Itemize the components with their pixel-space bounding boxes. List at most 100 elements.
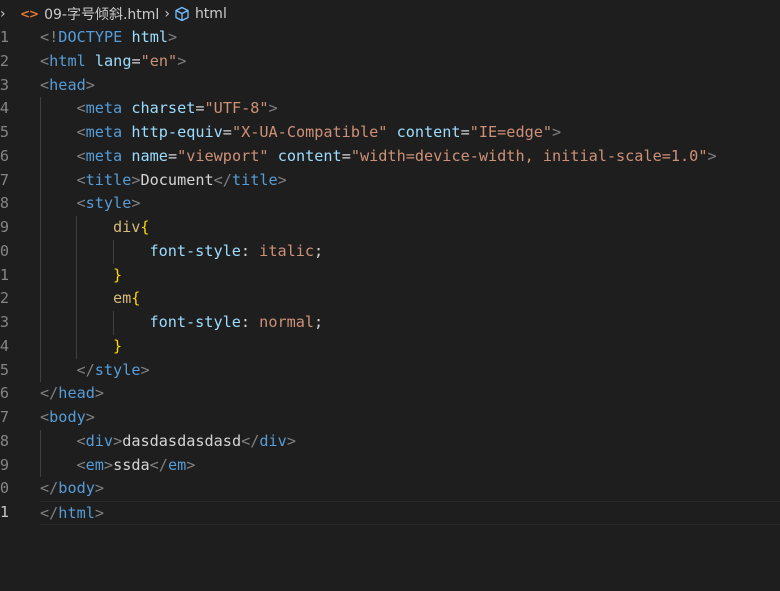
code-token: = bbox=[131, 51, 141, 70]
indent-guide bbox=[76, 263, 78, 288]
code-token: style bbox=[94, 360, 141, 379]
code-token: } bbox=[112, 336, 123, 355]
code-content: <body> bbox=[40, 406, 780, 430]
code-token: content bbox=[396, 123, 461, 141]
code-line[interactable]: 5 <meta http-equiv="X-UA-Compatible" cont… bbox=[0, 121, 780, 145]
line-number: 6 bbox=[0, 384, 9, 403]
code-token: "X-UA-Compatible" bbox=[231, 123, 388, 141]
code-token: = bbox=[167, 146, 178, 165]
code-token: > bbox=[103, 455, 114, 474]
line-number: 3 bbox=[0, 75, 9, 94]
code-token: < bbox=[76, 431, 86, 450]
code-token: > bbox=[131, 170, 141, 189]
code-text: div{ bbox=[113, 216, 150, 240]
code-token: > bbox=[277, 170, 287, 189]
breadcrumb-symbol[interactable]: html bbox=[195, 6, 227, 22]
code-token: > bbox=[268, 99, 278, 118]
code-content: <em>ssda</em> bbox=[40, 453, 780, 478]
code-text: <head> bbox=[40, 74, 95, 98]
indent-guide bbox=[40, 121, 41, 145]
code-content: <style> bbox=[40, 192, 780, 216]
line-number: 0 bbox=[0, 479, 9, 498]
code-content: <head> bbox=[40, 74, 780, 98]
code-line[interactable]: 3 font-style: normal; bbox=[0, 311, 780, 335]
breadcrumb: › <> 09-字号倾斜.html › html bbox=[0, 0, 780, 28]
code-line[interactable]: 6 </head> bbox=[0, 382, 780, 406]
code-text: <body> bbox=[40, 406, 95, 430]
code-token: content bbox=[277, 146, 342, 165]
code-token: : bbox=[240, 241, 260, 260]
code-token: html bbox=[131, 28, 169, 46]
code-line[interactable]: 0 </body> bbox=[0, 477, 780, 501]
cube-icon bbox=[174, 6, 190, 22]
code-line[interactable]: 1 <!DOCTYPE html> bbox=[0, 26, 780, 50]
indent-guide bbox=[76, 334, 78, 359]
code-text: font-style: italic; bbox=[149, 240, 323, 264]
code-line[interactable]: 4} bbox=[0, 334, 780, 359]
code-line[interactable]: 8 <div>dasdasdasdasd</div> bbox=[0, 429, 780, 454]
code-token: div bbox=[85, 431, 114, 450]
code-token: </ bbox=[213, 170, 232, 189]
code-text: <meta charset="UTF-8"> bbox=[76, 97, 277, 121]
indent-guide bbox=[76, 287, 78, 311]
breadcrumb-file[interactable]: 09-字号倾斜.html bbox=[44, 4, 159, 24]
code-line[interactable]: 9 <em>ssda</em> bbox=[0, 453, 780, 478]
code-token: title bbox=[231, 170, 278, 189]
code-line[interactable]: 5 </style> bbox=[0, 358, 780, 383]
code-line[interactable]: 9 div{ bbox=[0, 216, 780, 240]
code-line[interactable]: 1 </html> bbox=[0, 501, 780, 525]
code-token: "en" bbox=[140, 51, 178, 70]
code-content: <div>dasdasdasdasd</div> bbox=[40, 429, 780, 454]
indent-guide bbox=[40, 429, 41, 454]
code-token: "width=device-width, initial-scale=1.0" bbox=[350, 146, 708, 165]
code-content: } bbox=[40, 334, 780, 359]
code-text: <html lang="en"> bbox=[40, 50, 186, 74]
code-content: <title>Document</title> bbox=[40, 168, 780, 193]
code-token: title bbox=[85, 170, 132, 189]
code-token: : bbox=[240, 313, 260, 331]
code-text: <title>Document</title> bbox=[76, 169, 286, 193]
indent-guide bbox=[40, 263, 41, 288]
code-token: } bbox=[112, 265, 123, 284]
line-number: 3 bbox=[0, 313, 9, 331]
code-text: </head> bbox=[40, 382, 104, 406]
code-content: } bbox=[40, 263, 780, 288]
code-token: em bbox=[167, 455, 187, 474]
code-content: </html> bbox=[40, 501, 780, 525]
code-token: = bbox=[460, 123, 470, 141]
code-line[interactable]: 7 <body> bbox=[0, 406, 780, 430]
line-number: 4 bbox=[0, 99, 9, 118]
code-token: meta bbox=[85, 146, 123, 165]
code-line[interactable]: 4 <meta charset="UTF-8"> bbox=[0, 97, 780, 121]
code-token: html bbox=[49, 51, 86, 70]
indent-guide bbox=[112, 239, 114, 264]
code-line[interactable]: 7 <title>Document</title> bbox=[0, 168, 780, 193]
code-line[interactable]: 3 <head> bbox=[0, 74, 780, 98]
line-number: 2 bbox=[0, 289, 9, 308]
code-line[interactable]: 8 <style> bbox=[0, 192, 780, 216]
code-token: </ bbox=[76, 360, 95, 379]
code-token: > bbox=[707, 146, 717, 165]
code-line[interactable]: 0 font-style: italic; bbox=[0, 239, 780, 264]
indent-guide bbox=[40, 144, 41, 169]
code-token: head bbox=[49, 75, 86, 94]
code-line[interactable]: 6 <meta name="viewport" content="width=de… bbox=[0, 144, 780, 169]
html-file-icon: <> bbox=[20, 7, 39, 21]
line-number: 7 bbox=[0, 170, 9, 189]
indent-guide bbox=[40, 192, 41, 216]
code-token: </ bbox=[40, 384, 59, 403]
code-token: > bbox=[186, 455, 196, 474]
code-content: </style> bbox=[40, 358, 780, 383]
code-token: Document bbox=[140, 170, 214, 189]
code-token: <! bbox=[40, 28, 59, 46]
line-number: 0 bbox=[0, 241, 9, 260]
code-line[interactable]: 2 em{ bbox=[0, 287, 780, 311]
code-line[interactable]: 2 <html lang="en"> bbox=[0, 50, 780, 74]
code-editor[interactable]: 1 <!DOCTYPE html> 2 <html lang="en"> 3 <head>… bbox=[0, 26, 780, 525]
chevron-right-icon[interactable]: › bbox=[0, 6, 14, 22]
code-line[interactable]: 1} bbox=[0, 263, 780, 288]
code-token: meta bbox=[85, 99, 123, 118]
